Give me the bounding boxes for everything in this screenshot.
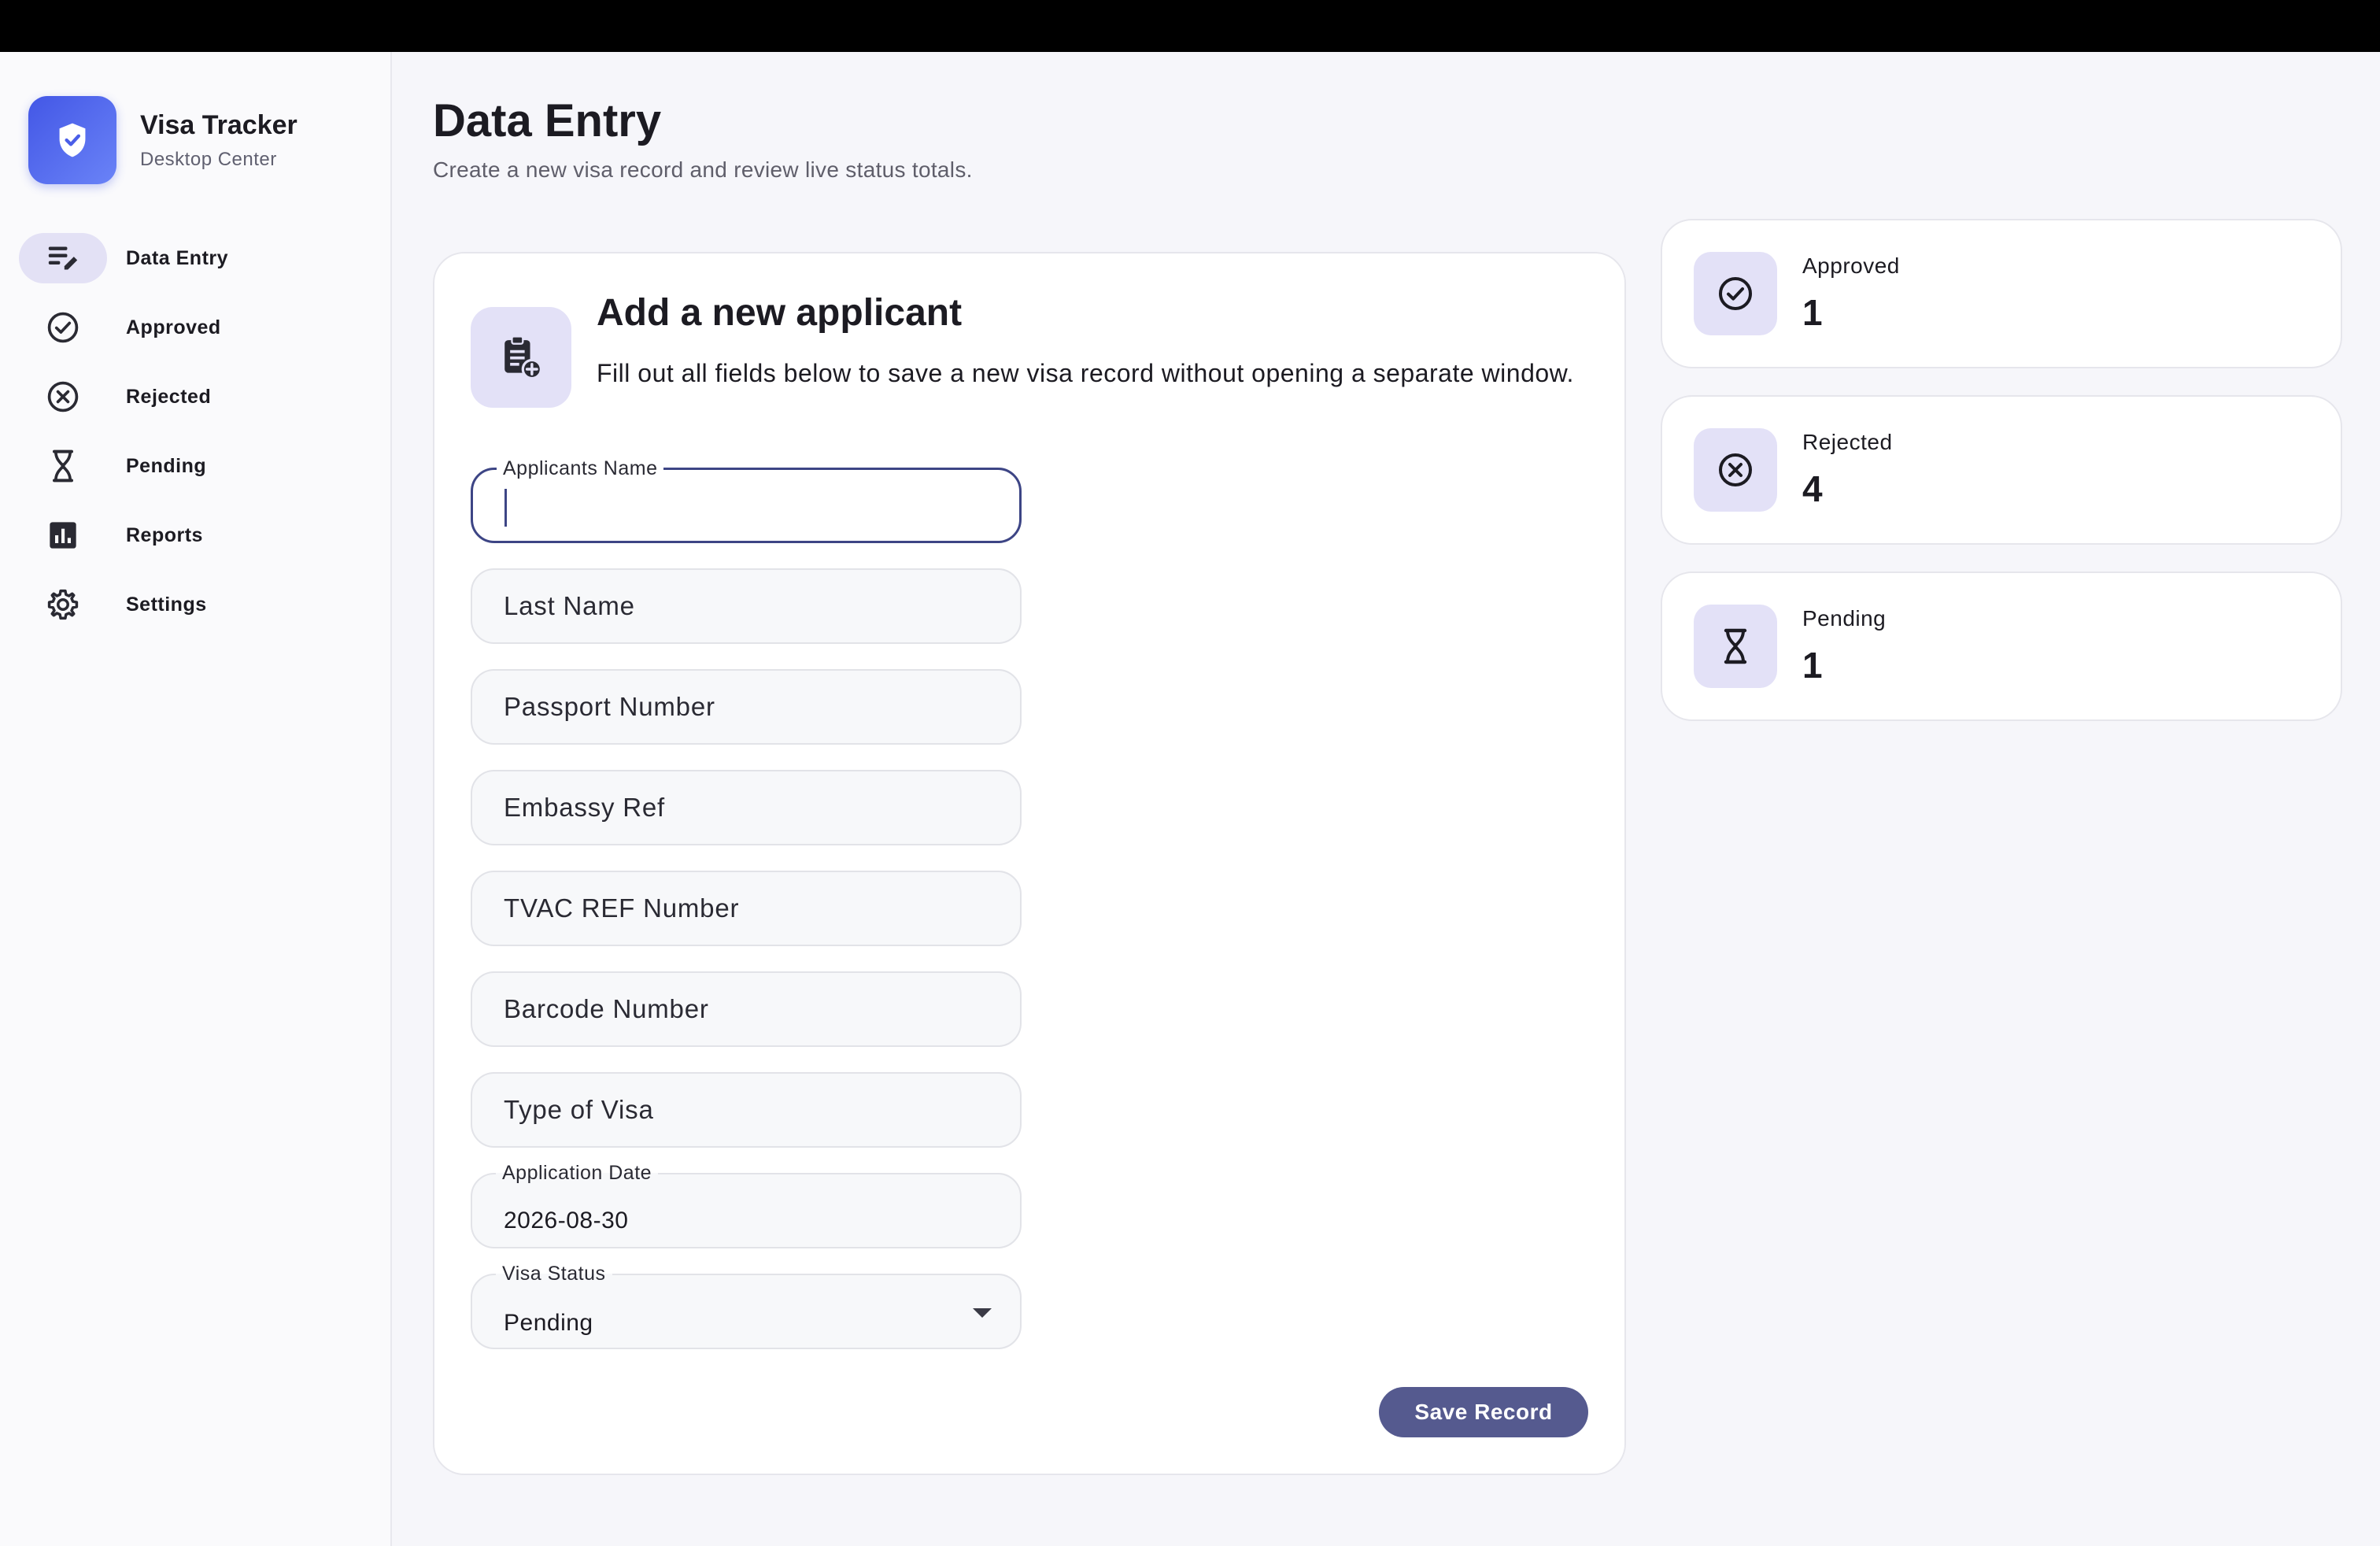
sidebar-item-settings[interactable]: Settings [19,570,373,639]
bar-chart-icon [19,510,107,560]
stat-label: Approved [1802,253,1900,278]
sidebar-item-reports[interactable]: Reports [19,501,373,570]
dropdown-arrow-icon [973,1308,992,1318]
visa-status-label: Visa Status [496,1263,612,1285]
hourglass-icon [1694,605,1777,688]
stat-label: Rejected [1802,430,1893,454]
last-name-placeholder: Last Name [504,591,635,620]
edit-note-icon [19,233,107,283]
check-circle-icon [19,302,107,353]
barcode-number-placeholder: Barcode Number [504,994,709,1023]
tvac-ref-field[interactable]: TVAC REF Number [471,871,1022,946]
applicant-name-field[interactable]: Applicants Name [471,457,1022,543]
sidebar-item-pending[interactable]: Pending [19,431,373,501]
stat-value: 1 [1802,645,1823,686]
sidebar-item-rejected[interactable]: Rejected [19,362,373,431]
rejected-stat-card: Rejected 4 [1661,395,2342,545]
gear-icon [19,579,107,630]
page-subtitle: Create a new visa record and review live… [433,157,973,182]
stat-label: Pending [1802,606,1887,631]
text-caret [504,489,507,527]
stat-value: 4 [1802,468,1823,509]
save-record-button[interactable]: Save Record [1379,1387,1588,1437]
page-title: Data Entry [433,95,662,146]
app-subtitle: Desktop Center [140,148,277,170]
sidebar-item-label: Settings [126,593,207,616]
form-title: Add a new applicant [597,292,963,334]
sidebar-item-approved[interactable]: Approved [19,293,373,362]
app-title: Visa Tracker [140,109,298,140]
sidebar-nav: Data Entry Approved Rejected Pending Rep… [19,224,373,639]
clipboard-add-icon [471,307,571,408]
main-content: Data Entry Create a new visa record and … [394,52,2380,1546]
visa-status-select[interactable]: Visa Status Pending [471,1263,1022,1349]
check-circle-icon [1694,252,1777,335]
application-date-value: 2026-08-30 [504,1208,629,1233]
cancel-circle-icon [1694,428,1777,512]
applicant-name-label: Applicants Name [497,457,664,479]
visa-type-field[interactable]: Type of Visa [471,1072,1022,1148]
application-date-field[interactable]: Application Date 2026-08-30 [471,1162,1022,1248]
hourglass-icon [19,441,107,491]
sidebar-item-data-entry[interactable]: Data Entry [19,224,373,293]
cancel-circle-icon [19,372,107,422]
visa-type-placeholder: Type of Visa [504,1095,654,1124]
sidebar: Visa Tracker Desktop Center Data Entry A… [0,52,392,1546]
sidebar-item-label: Approved [126,316,221,338]
passport-number-field[interactable]: Passport Number [471,669,1022,745]
sidebar-item-label: Reports [126,523,203,546]
embassy-ref-placeholder: Embassy Ref [504,793,666,822]
shield-check-icon [28,96,116,184]
sidebar-item-label: Pending [126,454,207,477]
pending-stat-card: Pending 1 [1661,571,2342,721]
tvac-ref-placeholder: TVAC REF Number [504,893,740,923]
barcode-number-field[interactable]: Barcode Number [471,971,1022,1047]
embassy-ref-field[interactable]: Embassy Ref [471,770,1022,845]
stat-value: 1 [1802,292,1823,333]
visa-status-value: Pending [504,1310,593,1336]
sidebar-item-label: Data Entry [126,246,229,269]
approved-stat-card: Approved 1 [1661,219,2342,368]
sidebar-item-label: Rejected [126,385,212,408]
app-window: Visa Tracker Desktop Center Data Entry A… [0,52,2380,1546]
form-description: Fill out all fields below to save a new … [597,359,1574,387]
passport-number-placeholder: Passport Number [504,692,715,721]
applicant-form-card: Add a new applicant Fill out all fields … [433,252,1626,1475]
application-date-label: Application Date [496,1162,659,1184]
last-name-field[interactable]: Last Name [471,568,1022,644]
brand: Visa Tracker Desktop Center [28,96,298,184]
